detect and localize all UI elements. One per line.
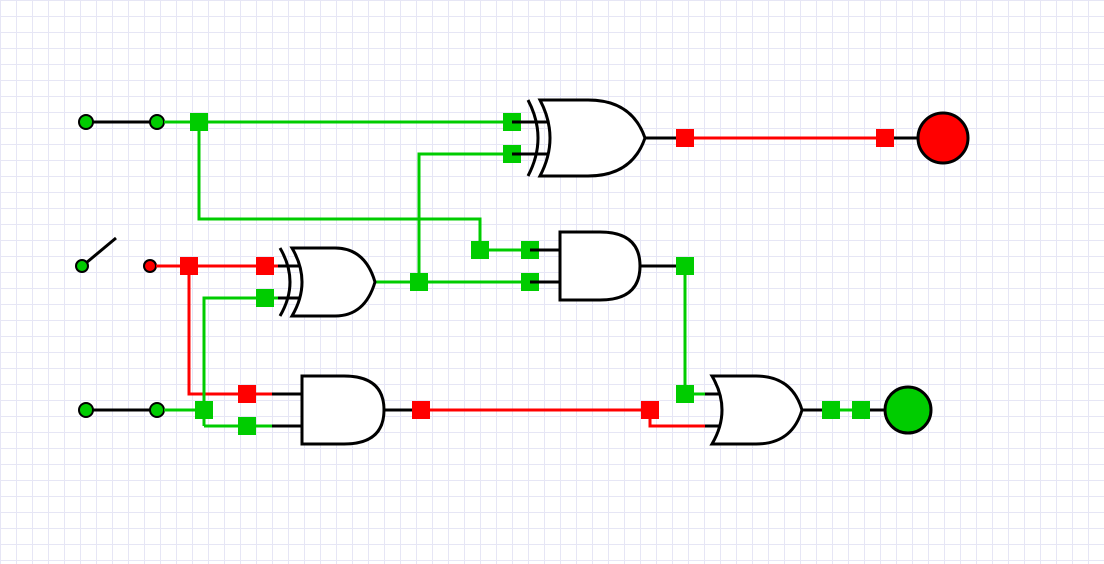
input-toggle-a[interactable] bbox=[79, 115, 93, 129]
switch-b-right-pin bbox=[144, 260, 156, 272]
gate-xor-2[interactable] bbox=[278, 248, 375, 316]
node-a-out bbox=[150, 115, 164, 129]
gate-and-2[interactable] bbox=[272, 376, 384, 444]
circuit-svg bbox=[0, 0, 1104, 564]
output-led-carry bbox=[885, 387, 931, 433]
input-toggle-c[interactable] bbox=[79, 403, 93, 417]
node-c-out bbox=[150, 403, 164, 417]
output-led-sum bbox=[918, 113, 968, 163]
circuit-canvas[interactable] bbox=[0, 0, 1104, 564]
gate-and-1[interactable] bbox=[530, 232, 640, 300]
gate-or-1[interactable] bbox=[705, 376, 802, 444]
gate-xor-1[interactable] bbox=[512, 100, 645, 176]
switch-b-lever[interactable] bbox=[86, 238, 116, 263]
